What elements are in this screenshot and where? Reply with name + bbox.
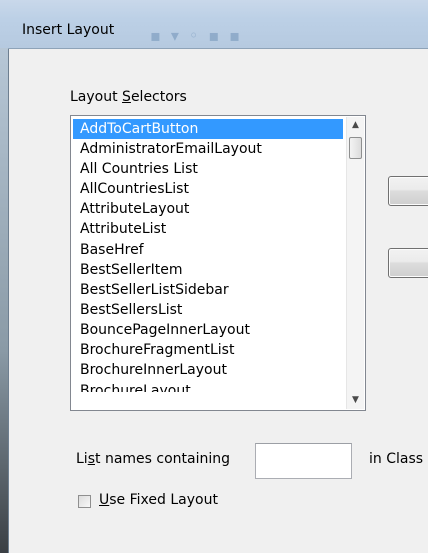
layout-selectors-label: Layout Selectors [70,89,187,105]
listbox-items: AddToCartButton AdministratorEmailLayout… [73,119,343,392]
title-bar: Insert Layout ▪▾◦▪▪ [0,0,428,48]
scroll-down-icon[interactable]: ▼ [347,392,364,409]
window-title: Insert Layout [22,22,115,38]
list-item[interactable]: AllCountriesList [73,179,343,199]
side-action-button[interactable] [388,176,428,206]
list-item[interactable]: BestSellerItem [73,260,343,280]
use-fixed-layout-checkbox[interactable] [78,495,91,508]
use-fixed-layout-label[interactable]: Use Fixed Layout [99,492,218,508]
scroll-up-icon[interactable]: ▲ [347,117,364,134]
list-item[interactable]: BouncePageInnerLayout [73,320,343,340]
list-item[interactable]: BestSellersList [73,300,343,320]
list-item[interactable]: BestSellerListSidebar [73,280,343,300]
list-item[interactable]: AttributeList [73,219,343,239]
scrollbar-thumb[interactable] [349,137,362,159]
listbox-scrollbar[interactable]: ▲ ▼ [346,117,364,409]
name-filter-input[interactable] [255,443,352,479]
list-item[interactable]: AttributeLayout [73,199,343,219]
in-class-label: in Class [369,451,424,467]
list-item[interactable]: AdministratorEmailLayout [73,139,343,159]
list-names-containing-label: List names containing [76,451,231,467]
layout-selectors-listbox[interactable]: AddToCartButton AdministratorEmailLayout… [70,115,366,411]
side-action-button[interactable] [388,248,428,278]
background-toolbar-ghost: ▪▾◦▪▪ [150,26,250,45]
list-item[interactable]: BaseHref [73,240,343,260]
list-item[interactable]: All Countries List [73,159,343,179]
list-item[interactable]: BrochureLayout [73,380,343,392]
window-left-frame [0,48,8,553]
list-item[interactable]: BrochureInnerLayout [73,360,343,380]
list-item[interactable]: BrochureFragmentList [73,340,343,360]
list-item[interactable]: AddToCartButton [73,119,343,140]
